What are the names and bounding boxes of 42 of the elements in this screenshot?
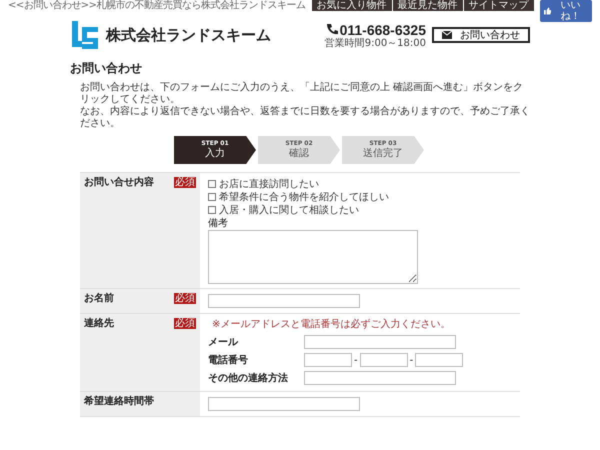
thumbs-up-icon: [544, 7, 551, 15]
field-label: お問い合せ内容: [84, 177, 154, 189]
phone-icon: [326, 24, 338, 36]
input-field[interactable]: [304, 335, 456, 349]
field-label: お名前: [84, 293, 114, 305]
field-label: 希望連絡時間帯: [84, 396, 154, 408]
business-hours: 営業時間9:00～18:00: [324, 38, 426, 48]
required-badge: 必須: [174, 177, 196, 188]
notice-text: ※メールアドレスと電話番号は必ずご入力ください。: [212, 318, 450, 331]
checkbox[interactable]: [208, 206, 216, 214]
field-label: 連絡先: [84, 318, 114, 330]
page-title: お問い合わせ: [70, 60, 143, 76]
mail-icon: [442, 31, 452, 39]
option-label[interactable]: お店に直接訪問したい: [219, 176, 319, 190]
nav-link[interactable]: 最近見た物件: [392, 0, 463, 11]
field-label: メール: [208, 336, 240, 349]
field-label: 備考: [208, 218, 228, 230]
checkbox[interactable]: [208, 180, 216, 188]
required-badge: 必須: [174, 293, 196, 304]
company-name: 株式会社ランドスキーム: [106, 26, 271, 44]
input-field[interactable]: [304, 353, 352, 367]
logo-icon: [70, 21, 98, 49]
option-label[interactable]: 希望条件に合う物件を紹介してほしい: [219, 190, 389, 204]
input-field[interactable]: [360, 353, 408, 367]
input-field[interactable]: [208, 397, 360, 411]
checkbox[interactable]: [208, 192, 216, 200]
textarea-field[interactable]: [208, 230, 418, 284]
required-badge: 必須: [174, 318, 196, 329]
field-label: その他の連絡方法: [208, 371, 289, 385]
nav-link[interactable]: お気に入り物件: [312, 0, 392, 11]
input-field[interactable]: [208, 294, 360, 308]
like-button[interactable]: いいね！: [540, 0, 592, 22]
intro-text: お問い合わせは、下のフォームにご入力のうえ、「上記にご同意の上 確認画面へ進む」ボタンをクリックしてください。: [80, 82, 524, 106]
input-field[interactable]: [415, 353, 464, 367]
input-field[interactable]: [304, 371, 456, 385]
contact-button[interactable]: お問い合わせ: [432, 27, 530, 43]
separator-text: -: [354, 354, 358, 366]
option-label[interactable]: 入居・購入に関して相談したい: [219, 202, 359, 216]
phone-number: 011-668-6325: [340, 22, 426, 38]
field-label: 電話番号: [208, 354, 249, 367]
intro-text: なお、内容により返信できない場合や、返答までに日数を要する場合がありますので、予めご了承ください。: [80, 106, 530, 130]
separator-text: -: [410, 354, 414, 366]
